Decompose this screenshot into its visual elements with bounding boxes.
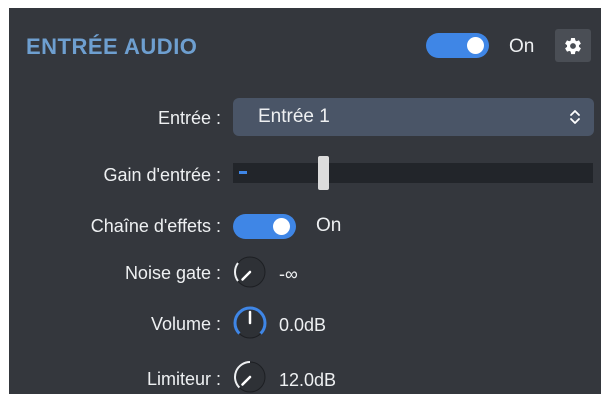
audio-input-panel: ENTRÉE AUDIO On Entrée : Entrée 1 Gain d… [9,8,601,394]
toggle-knob [273,218,290,235]
limiter-label: Limiteur : [146,369,221,389]
settings-button[interactable] [555,29,591,62]
limiter-value: 12.0dB [279,370,337,390]
volume-value: 0.0dB [279,315,327,335]
noise-gate-knob[interactable] [232,254,268,290]
volume-label: Volume : [150,314,221,334]
gear-icon [565,37,581,54]
effects-chain-toggle-label: On [316,215,342,236]
input-select-value: Entrée 1 [258,106,330,127]
audio-input-toggle[interactable] [426,33,489,58]
input-select[interactable]: Entrée 1 [233,98,594,136]
gain-slider[interactable] [233,156,593,190]
effects-chain-label: Chaîne d'effets : [90,216,221,236]
chevron-up-down-icon [570,110,580,124]
effects-chain-toggle[interactable] [233,214,296,239]
audio-input-toggle-label: On [509,36,535,57]
gain-slider-thumb[interactable] [318,156,329,190]
gain-slider-fill [239,171,247,174]
gain-label: Gain d'entrée : [103,165,221,185]
panel-title: ENTRÉE AUDIO [26,34,198,59]
volume-knob[interactable] [232,305,268,341]
limiter-knob[interactable] [232,359,268,395]
toggle-knob [467,37,484,54]
noise-gate-label: Noise gate : [124,263,221,283]
input-label: Entrée : [157,108,221,128]
noise-gate-value: -∞ [279,264,298,284]
